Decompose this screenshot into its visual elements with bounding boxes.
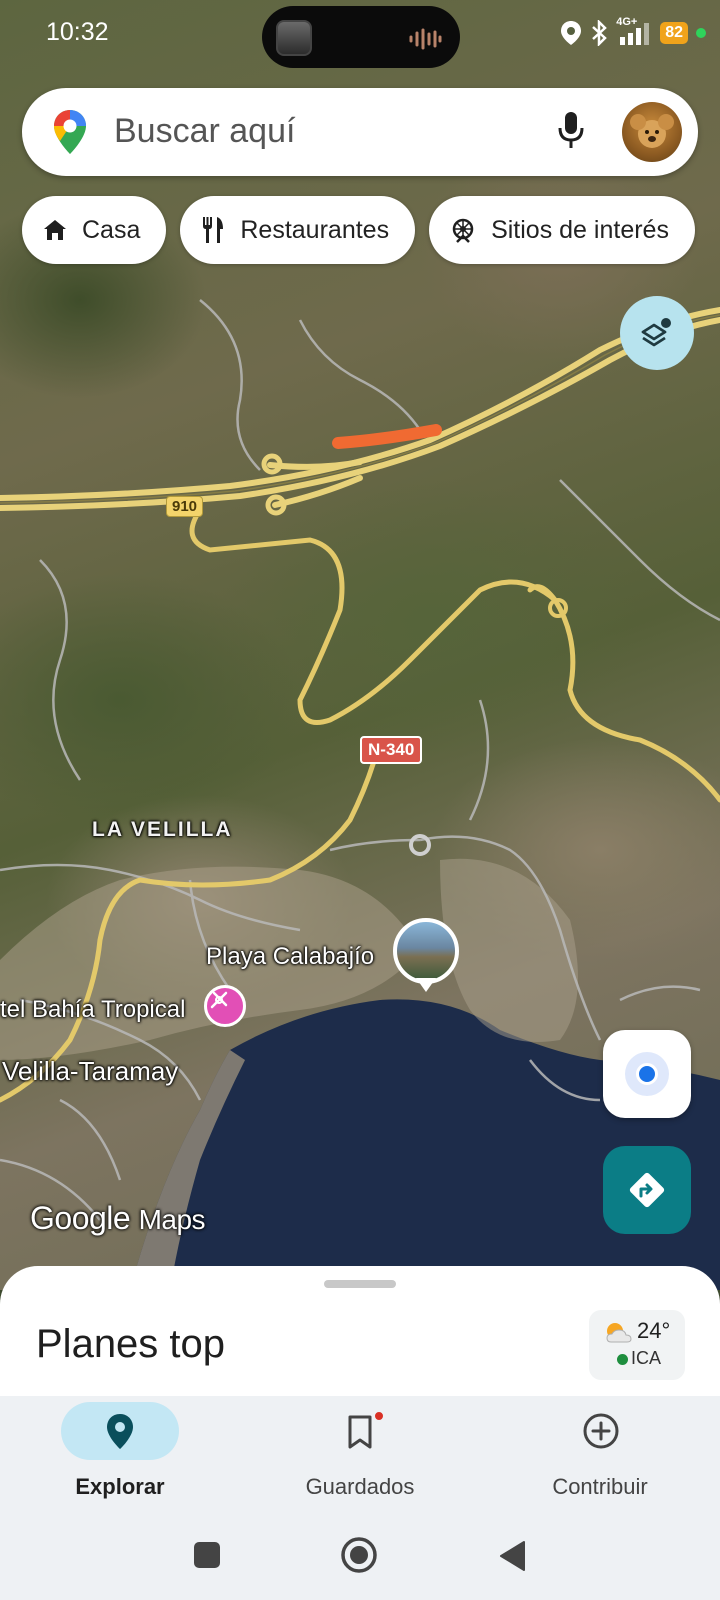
nav-label: Guardados <box>305 1474 415 1499</box>
back-button[interactable] <box>498 1540 528 1572</box>
place-label-playa-calabajio[interactable]: Playa Calabajío <box>206 943 374 971</box>
weather-temperature: 24° <box>637 1318 671 1343</box>
media-thumbnail <box>276 20 312 56</box>
road-shield-n340: N-340 <box>360 736 423 764</box>
air-quality-label: ICA <box>631 1348 662 1368</box>
air-quality-dot <box>617 1354 628 1365</box>
my-location-button[interactable] <box>603 1030 691 1118</box>
bottom-sheet[interactable]: Planes top 24° ICA <box>0 1266 720 1396</box>
photo-pin-tail <box>416 978 436 992</box>
notification-badge <box>373 1410 385 1422</box>
hotel-pin-icon[interactable] <box>204 985 246 1027</box>
status-time: 10:32 <box>46 18 109 46</box>
search-input[interactable]: Buscar aquí <box>114 112 295 151</box>
chip-casa[interactable]: Casa <box>22 196 167 264</box>
maps-pin-icon <box>54 110 86 154</box>
category-chips: Casa Restaurantes Sitios de interés <box>22 196 695 264</box>
chip-label: Sitios de interés <box>491 215 669 244</box>
privacy-dot <box>696 28 706 38</box>
weather-chip[interactable]: 24° ICA <box>589 1310 685 1380</box>
my-location-icon <box>625 1052 669 1096</box>
attraction-icon <box>452 218 474 243</box>
location-icon <box>561 21 582 45</box>
road-shield-910: 910 <box>166 496 204 517</box>
mic-icon[interactable] <box>558 110 584 152</box>
layers-icon <box>641 318 671 347</box>
layers-button[interactable] <box>620 296 694 370</box>
directions-icon <box>629 1172 665 1208</box>
add-circle-icon <box>583 1413 619 1449</box>
nav-contribuir[interactable]: Contribuir <box>500 1402 700 1512</box>
search-bar[interactable]: Buscar aquí <box>22 88 698 176</box>
nav-guardados[interactable]: Guardados <box>260 1402 460 1512</box>
recents-button[interactable] <box>192 1540 222 1570</box>
restaurant-icon <box>203 217 224 243</box>
sheet-drag-handle[interactable] <box>324 1280 396 1288</box>
chip-label: Casa <box>82 215 141 244</box>
signal-icon: 4G+ <box>616 16 652 47</box>
nav-label: Contribuir <box>552 1474 648 1499</box>
place-label-hotel[interactable]: tel Bahía Tropical <box>0 996 185 1024</box>
home-icon <box>44 220 66 240</box>
chip-restaurantes[interactable]: Restaurantes <box>180 196 416 264</box>
dynamic-island[interactable] <box>262 6 460 68</box>
google-maps-logo: Google Maps <box>30 1200 206 1236</box>
battery-indicator: 82 <box>660 22 688 44</box>
directions-button[interactable] <box>603 1146 691 1234</box>
chip-label: Restaurantes <box>240 215 390 244</box>
nav-explorar[interactable]: Explorar <box>20 1402 220 1512</box>
place-label-velilla-taramay[interactable]: Velilla-Taramay <box>2 1056 178 1087</box>
system-navigation-bar <box>0 1510 720 1600</box>
avatar[interactable] <box>622 102 682 162</box>
sheet-title: Planes top <box>36 1322 226 1366</box>
bluetooth-icon <box>592 20 608 46</box>
photo-pin-beach[interactable] <box>393 918 459 984</box>
partly-sunny-icon <box>606 1323 632 1343</box>
explore-pin-icon <box>107 1414 133 1449</box>
status-bar: 10:32 4G+ 82 <box>0 0 720 68</box>
status-icons: 4G+ 82 <box>560 16 706 48</box>
nav-label: Explorar <box>75 1474 165 1499</box>
area-label-la-velilla: LA VELILLA <box>92 818 233 841</box>
chip-sitios-de-interes[interactable]: Sitios de interés <box>429 196 695 264</box>
home-button[interactable] <box>340 1536 378 1574</box>
audio-wave-icon <box>409 28 442 50</box>
